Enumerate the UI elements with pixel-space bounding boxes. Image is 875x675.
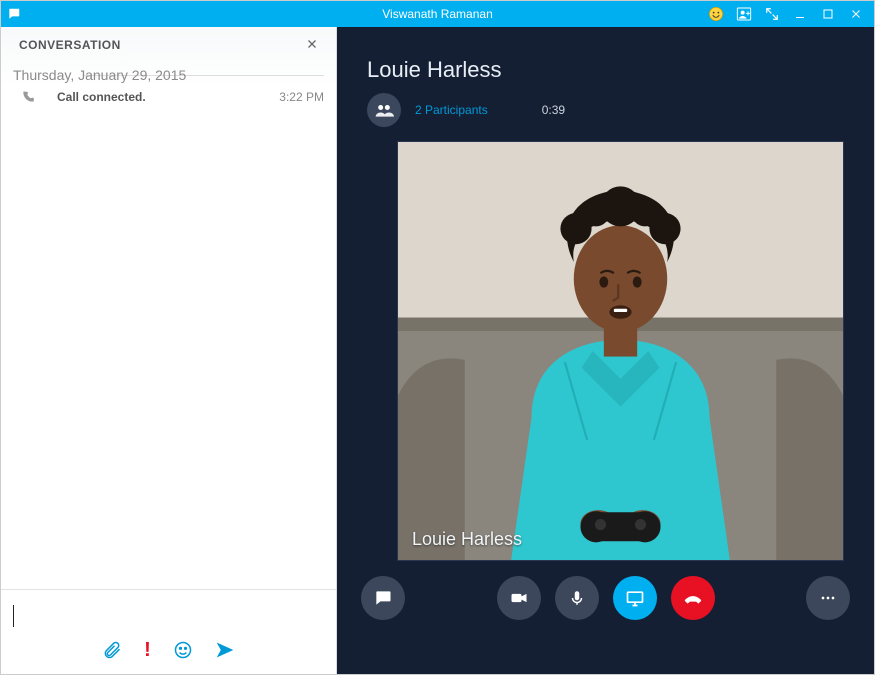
app-window: Viswanath Ramanan C — [0, 0, 875, 675]
conversation-title: CONVERSATION — [19, 38, 121, 52]
titlebar: Viswanath Ramanan — [1, 1, 874, 27]
video-button[interactable] — [497, 576, 541, 620]
add-contact-icon[interactable] — [736, 6, 752, 22]
maximize-icon[interactable] — [820, 6, 836, 22]
callee-header: Louie Harless — [337, 27, 874, 83]
video-overlay-name: Louie Harless — [412, 529, 522, 550]
participants-link[interactable]: 2 Participants — [415, 103, 488, 117]
conversation-spacer — [1, 112, 336, 589]
conversation-header: CONVERSATION — [1, 27, 336, 57]
message-input[interactable] — [13, 598, 324, 634]
paperclip-icon[interactable] — [102, 640, 122, 660]
fullscreen-icon[interactable] — [764, 6, 780, 22]
hangup-button[interactable] — [671, 576, 715, 620]
window-controls — [708, 6, 874, 22]
conversation-item: Call connected. 3:22 PM — [1, 82, 336, 112]
main-body: CONVERSATION Thursday, January 29, 2015 … — [1, 27, 874, 674]
participants-row: 2 Participants 0:39 — [367, 93, 874, 127]
emoji-outline-icon[interactable] — [173, 640, 193, 660]
compose-area: ! — [1, 589, 336, 674]
mic-button[interactable] — [555, 576, 599, 620]
call-timer: 0:39 — [542, 103, 565, 117]
im-button[interactable] — [361, 576, 405, 620]
video-frame: Louie Harless — [397, 141, 844, 561]
callee-name: Louie Harless — [367, 57, 874, 83]
send-icon[interactable] — [215, 640, 235, 660]
video-placeholder-illustration — [398, 142, 843, 560]
more-button[interactable] — [806, 576, 850, 620]
minimize-icon[interactable] — [792, 6, 808, 22]
compose-toolbar: ! — [13, 634, 324, 670]
conversation-item-time: 3:22 PM — [279, 90, 324, 104]
chat-bubble-icon — [1, 7, 27, 21]
conversation-date-text: Thursday, January 29, 2015 — [13, 67, 186, 83]
video-panel: Louie Harless 2 Participants 0:39 — [337, 27, 874, 674]
call-controls — [337, 561, 874, 635]
phone-icon — [13, 90, 43, 104]
present-button[interactable] — [613, 576, 657, 620]
emoji-icon[interactable] — [708, 6, 724, 22]
importance-icon[interactable]: ! — [144, 640, 151, 660]
conversation-panel: CONVERSATION Thursday, January 29, 2015 … — [1, 27, 337, 674]
close-conversation-icon[interactable] — [306, 37, 318, 53]
conversation-item-text: Call connected. — [43, 90, 279, 104]
participants-button[interactable] — [367, 93, 401, 127]
conversation-date: Thursday, January 29, 2015 — [1, 57, 336, 82]
text-cursor — [13, 605, 14, 627]
close-icon[interactable] — [848, 6, 864, 22]
